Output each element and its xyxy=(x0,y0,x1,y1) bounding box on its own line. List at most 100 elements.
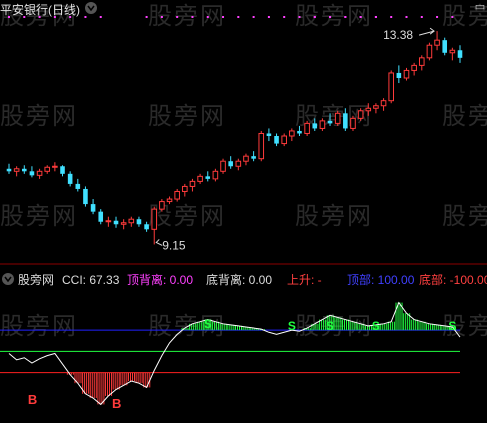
candle-body xyxy=(83,188,88,205)
signal-dot xyxy=(420,16,423,18)
watermark-text: 股旁网 xyxy=(148,2,226,30)
watermark-text: 股旁网 xyxy=(0,312,78,340)
cci-histogram xyxy=(66,302,457,405)
candle-body xyxy=(449,49,456,54)
bottom-level-value: 底部: -100.00 xyxy=(419,272,487,287)
candle-body xyxy=(21,168,27,172)
watermark-text: 股旁网 xyxy=(295,202,373,230)
sell-signal: S xyxy=(326,319,334,333)
signal-dot xyxy=(313,16,316,18)
signal-dot xyxy=(206,16,209,18)
candle-body xyxy=(36,170,43,176)
signal-dot xyxy=(8,16,10,18)
buy-signal: B xyxy=(112,396,121,411)
candle-body xyxy=(388,72,394,102)
candle-body xyxy=(281,135,287,145)
signal-dot xyxy=(329,16,332,18)
candle-body xyxy=(205,176,211,179)
signal-dot xyxy=(237,16,240,18)
chart-title: 平安银行(日线) xyxy=(0,2,80,17)
candle-body xyxy=(243,155,249,162)
watermark-text: 股旁网 xyxy=(442,102,487,130)
collapse-icon[interactable] xyxy=(85,2,97,14)
watermark-text: 股旁网 xyxy=(442,202,487,230)
cci-value: CCI: 67.33 xyxy=(62,273,120,287)
candle-body xyxy=(105,220,112,223)
top-level-value: 顶部: 100.00 xyxy=(347,272,415,287)
signal-dot xyxy=(298,16,301,18)
candle-body xyxy=(312,123,318,129)
sell-signal: S xyxy=(372,319,380,333)
candle-body xyxy=(98,211,104,222)
watermark-text: 股旁网 xyxy=(0,202,78,230)
candle-body xyxy=(418,57,425,66)
signal-dot xyxy=(23,16,26,18)
candle-body xyxy=(228,161,233,167)
candle-body xyxy=(29,171,35,176)
candle-body xyxy=(251,156,256,159)
candle-body xyxy=(357,110,364,119)
signal-dot xyxy=(390,16,393,18)
maximize-icon[interactable]: ▭ xyxy=(473,0,487,14)
sell-signal: S xyxy=(448,319,456,333)
candle-body xyxy=(380,100,387,107)
signal-dot xyxy=(359,16,362,18)
candle-body xyxy=(151,208,158,230)
signal-dot xyxy=(69,16,72,18)
candle-body xyxy=(304,122,310,134)
watermark-text: 股旁网 xyxy=(0,102,78,130)
signal-dot xyxy=(374,16,377,18)
candle-body xyxy=(159,201,165,210)
candle-body xyxy=(13,168,20,172)
signal-dot xyxy=(344,16,347,18)
candle-body xyxy=(90,204,96,212)
buy-signal: B xyxy=(28,392,37,407)
candle-body xyxy=(327,120,333,124)
watermark-layer: 股旁网股旁网股旁网股旁网股旁网股旁网股旁网股旁网股旁网股旁网股旁网股旁网股旁网股… xyxy=(0,2,487,340)
indicator-menu-icon[interactable] xyxy=(2,273,14,285)
candle-body xyxy=(220,160,226,172)
candle-body xyxy=(6,168,12,172)
candle-body xyxy=(136,219,142,225)
candle-body xyxy=(334,112,341,124)
watermark-text: 股旁网 xyxy=(148,102,226,130)
low-price-label: 9.15 xyxy=(162,238,186,252)
signal-dot xyxy=(405,16,408,18)
candle-body xyxy=(189,180,196,187)
high-price-label: 13.38 xyxy=(383,28,413,42)
candle-body xyxy=(289,130,295,137)
signal-dot xyxy=(222,16,225,18)
candle-body xyxy=(411,64,417,71)
candle-body xyxy=(197,175,203,182)
candle-body xyxy=(274,136,279,144)
candle-body xyxy=(426,44,433,59)
rise-value: 上升: - xyxy=(287,273,322,287)
candle-body xyxy=(442,40,448,53)
candle-body xyxy=(174,190,180,200)
sell-signal: S xyxy=(288,319,296,333)
chart-canvas: 股旁网股旁网股旁网股旁网股旁网股旁网股旁网股旁网股旁网股旁网股旁网股旁网股旁网股… xyxy=(0,2,487,411)
signal-dot xyxy=(160,16,163,18)
signal-dot xyxy=(252,16,255,18)
candle-body xyxy=(52,165,58,168)
top-divergence-value: 顶背离: 0.00 xyxy=(127,272,193,287)
signal-dot xyxy=(191,16,194,18)
candle-body xyxy=(297,130,302,134)
signal-dot xyxy=(38,16,41,18)
signal-dot xyxy=(267,16,270,18)
candle-body xyxy=(113,220,119,225)
candle-body xyxy=(67,173,73,184)
candle-body xyxy=(166,198,173,203)
signal-dot xyxy=(84,16,87,18)
candle-body xyxy=(434,39,440,46)
candle-body xyxy=(60,166,65,174)
candle-body xyxy=(365,107,372,112)
signal-dot xyxy=(451,16,454,18)
candle-body xyxy=(144,224,149,230)
candle-body xyxy=(373,105,379,109)
candle-body xyxy=(319,120,326,129)
signal-dot xyxy=(53,16,56,18)
candle-body xyxy=(235,160,242,167)
candle-body xyxy=(266,133,272,136)
high-arrow-icon xyxy=(418,27,435,36)
